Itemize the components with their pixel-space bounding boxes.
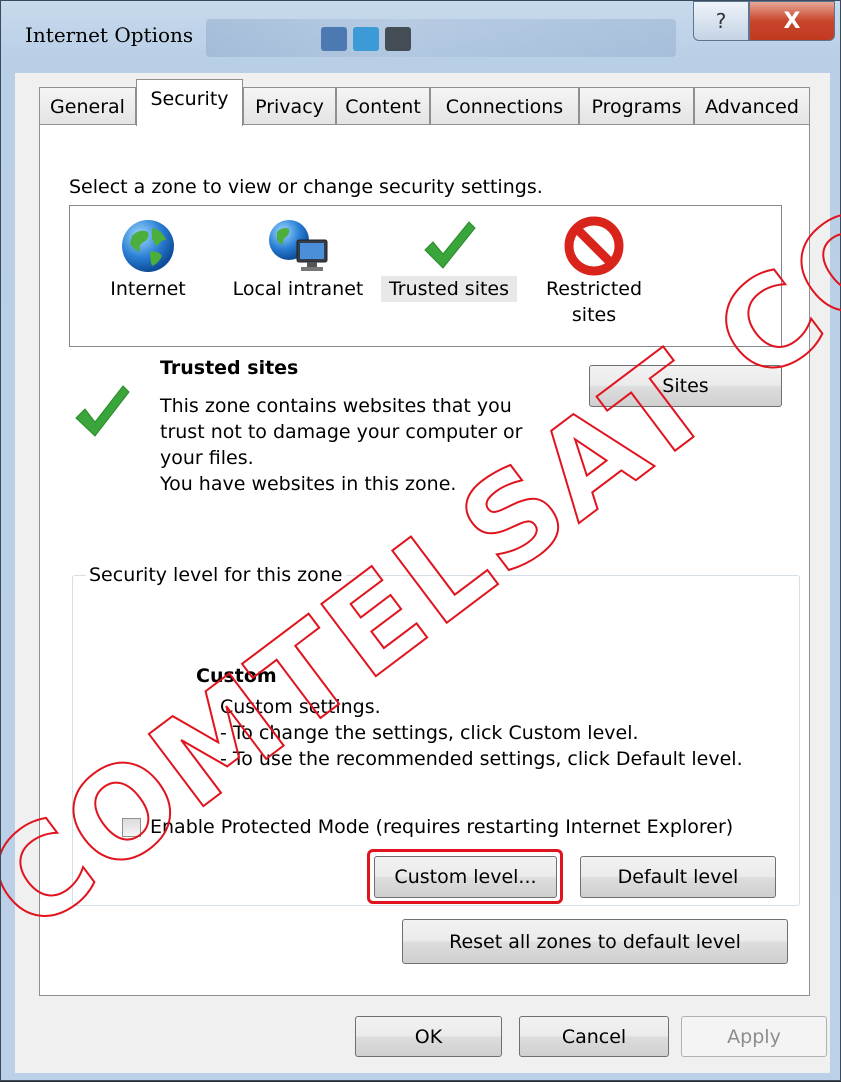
default-level-button[interactable]: Default level	[580, 856, 776, 898]
selected-zone-description: This zone contains websites that you tru…	[160, 393, 522, 497]
tab-label: Advanced	[705, 95, 799, 118]
custom-level-highlight	[367, 849, 563, 904]
window-title: Internet Options	[25, 23, 194, 47]
title-bar[interactable]: Internet Options ? X	[1, 1, 841, 73]
zone-label: Internet	[110, 278, 186, 300]
toolbar-icon	[353, 27, 379, 51]
tab-label: Connections	[445, 95, 564, 118]
cancel-button[interactable]: Cancel	[519, 1016, 669, 1057]
security-tab-panel: Select a zone to view or change security…	[39, 124, 810, 996]
zone-prompt: Select a zone to view or change security…	[69, 176, 543, 198]
level-line: Custom settings.	[220, 696, 381, 718]
toolbar-icon	[321, 27, 347, 51]
tab-privacy[interactable]: Privacy	[243, 87, 336, 125]
level-line: - To use the recommended settings, click…	[220, 748, 743, 770]
selected-zone-title: Trusted sites	[160, 357, 299, 379]
level-line: - To change the settings, click Custom l…	[220, 722, 639, 744]
reset-all-zones-button[interactable]: Reset all zones to default level	[402, 919, 788, 964]
description-line: You have websites in this zone.	[160, 473, 457, 495]
apply-button[interactable]: Apply	[681, 1016, 827, 1057]
zone-label-line2: sites	[571, 304, 617, 326]
button-label: Default level	[617, 866, 739, 888]
description-line: your files.	[160, 447, 254, 469]
intranet-icon	[269, 220, 328, 271]
security-level-legend: Security level for this zone	[86, 564, 346, 586]
tab-label: Programs	[591, 95, 682, 118]
blurred-background-toolbar	[206, 19, 676, 57]
button-label: OK	[414, 1025, 443, 1048]
ok-button[interactable]: OK	[355, 1016, 502, 1057]
help-icon: ?	[715, 9, 727, 33]
tab-content[interactable]: Content	[336, 87, 430, 125]
tab-security[interactable]: Security	[136, 79, 243, 126]
tab-general[interactable]: General	[39, 87, 136, 125]
protected-mode-label[interactable]: Enable Protected Mode (requires restarti…	[150, 816, 733, 838]
description-line: trust not to damage your computer or	[160, 421, 523, 443]
checkmark-icon	[424, 221, 476, 269]
restricted-icon	[564, 216, 624, 276]
tab-label: Security	[150, 88, 229, 110]
close-button[interactable]: X	[749, 1, 835, 41]
tab-connections[interactable]: Connections	[430, 87, 579, 125]
zone-internet[interactable]: Internet	[100, 216, 196, 302]
tab-label: Privacy	[255, 95, 324, 118]
protected-mode-checkbox[interactable]	[122, 818, 141, 837]
tab-label: General	[50, 95, 125, 118]
toolbar-icon	[385, 27, 411, 51]
close-icon: X	[783, 8, 801, 34]
zone-list[interactable]: Internet Local intranet Trusted sites Re…	[69, 205, 782, 347]
tab-advanced[interactable]: Advanced	[694, 87, 810, 125]
tab-label: Content	[345, 95, 421, 118]
selected-zone-checkmark-icon	[75, 385, 130, 437]
description-line: This zone contains websites that you	[160, 395, 512, 417]
security-level-description: Custom settings. - To change the setting…	[220, 694, 743, 772]
button-label: Apply	[727, 1025, 781, 1048]
internet-options-window: Internet Options ? X General Security Pr…	[0, 0, 841, 1081]
button-label: Reset all zones to default level	[449, 930, 741, 953]
help-button[interactable]: ?	[693, 1, 749, 41]
security-level-name: Custom	[196, 665, 277, 687]
dialog-client-area: General Security Privacy Content Connect…	[15, 73, 830, 1073]
sites-button[interactable]: Sites	[589, 365, 782, 407]
zone-label: Local intranet	[232, 278, 364, 300]
globe-icon	[122, 220, 174, 272]
zone-trusted-sites[interactable]: Trusted sites	[381, 216, 517, 302]
zone-restricted-sites[interactable]: Restricted sites	[534, 216, 654, 328]
zone-label: Trusted sites	[381, 276, 517, 302]
button-label: Sites	[662, 375, 709, 397]
zone-label: Restricted	[545, 278, 643, 300]
tab-programs[interactable]: Programs	[579, 87, 694, 125]
button-label: Cancel	[561, 1025, 627, 1048]
zone-local-intranet[interactable]: Local intranet	[228, 216, 368, 302]
